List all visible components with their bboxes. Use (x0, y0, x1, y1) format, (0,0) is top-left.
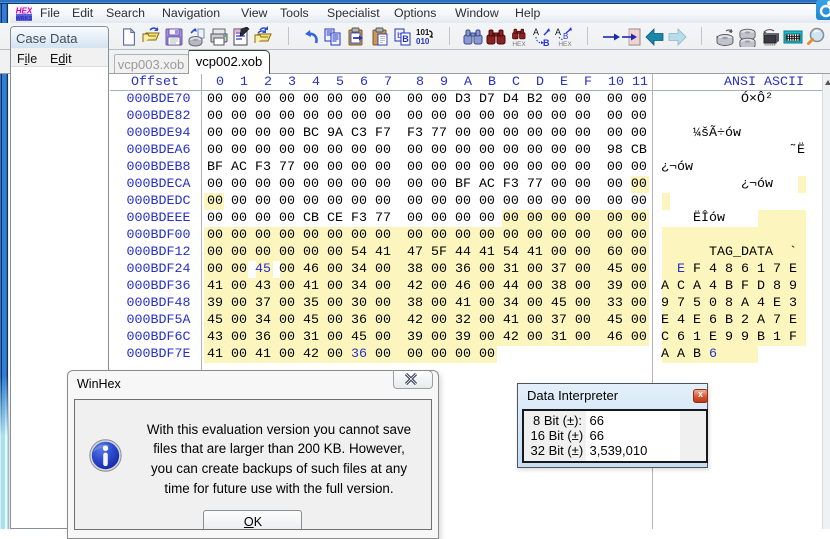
svg-text:HEX: HEX (558, 41, 572, 47)
svg-text:WRKS: WRKS (16, 16, 32, 21)
svg-text:A: A (533, 27, 539, 37)
svg-text:B: B (563, 32, 568, 41)
svg-text:HEX: HEX (16, 7, 32, 16)
svg-text:B: B (543, 38, 550, 47)
svg-text:HEX: HEX (512, 41, 526, 47)
svg-text:010: 010 (416, 37, 430, 46)
svg-text:B: B (402, 34, 409, 44)
svg-text:101: 101 (416, 28, 430, 37)
svg-text:A: A (555, 27, 561, 37)
